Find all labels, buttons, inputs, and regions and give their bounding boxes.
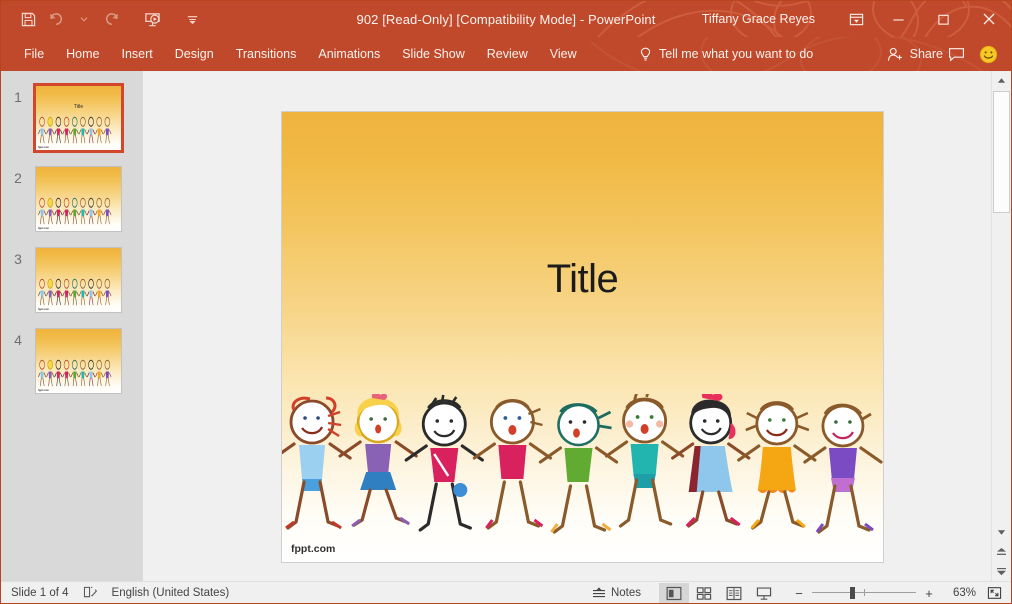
thumbnail-children-illustration xyxy=(38,358,120,388)
tell-me-search[interactable]: Tell me what you want to do xyxy=(639,37,813,71)
zoom-control: − + 63% xyxy=(791,586,1007,601)
status-bar-right: Notes − xyxy=(584,582,1007,604)
zoom-out-button[interactable]: − xyxy=(791,586,807,601)
slide-thumbnail-pane[interactable]: 1 Title xyxy=(1,71,143,583)
view-buttons xyxy=(659,583,779,603)
thumbnail-canvas: Title f xyxy=(36,86,121,150)
view-normal-button[interactable] xyxy=(659,583,689,603)
zoom-slider-handle[interactable] xyxy=(850,587,855,599)
lightbulb-icon xyxy=(639,47,652,62)
thumbnail-watermark: fppt.com xyxy=(38,389,49,392)
tell-me-label: Tell me what you want to do xyxy=(659,47,813,61)
thumbnail-title: Title xyxy=(36,104,121,110)
notes-button[interactable]: Notes xyxy=(584,583,649,603)
scroll-down-icon[interactable] xyxy=(992,523,1011,542)
notes-label: Notes xyxy=(611,587,641,599)
thumbnail-frame[interactable]: fppt.com xyxy=(35,166,122,232)
tab-design[interactable]: Design xyxy=(164,37,225,71)
scroll-up-icon[interactable] xyxy=(992,71,1011,90)
thumbnail-children-illustration xyxy=(38,196,120,226)
thumbnail-number: 1 xyxy=(1,83,35,164)
thumbnail-frame[interactable]: Title f xyxy=(33,83,124,153)
zoom-slider[interactable] xyxy=(812,587,916,599)
view-slide-show-button[interactable] xyxy=(749,583,779,603)
maximize-icon[interactable] xyxy=(921,1,966,37)
comments-button[interactable] xyxy=(941,37,971,71)
tab-review[interactable]: Review xyxy=(476,37,539,71)
thumbnail-slide-2[interactable]: 2 xyxy=(1,164,143,245)
send-a-smile-button[interactable] xyxy=(973,37,1003,71)
notes-icon xyxy=(592,587,606,600)
tab-file[interactable]: File xyxy=(13,37,55,71)
current-slide[interactable]: Title xyxy=(282,112,883,562)
fit-to-window-button[interactable] xyxy=(981,586,1007,600)
tab-home[interactable]: Home xyxy=(55,37,110,71)
tab-slide-show[interactable]: Slide Show xyxy=(391,37,476,71)
undo-dropdown-icon[interactable] xyxy=(71,6,97,32)
redo-icon[interactable] xyxy=(99,6,125,32)
thumbnail-frame[interactable]: fppt.com xyxy=(35,247,122,313)
tab-animations[interactable]: Animations xyxy=(307,37,391,71)
comment-icon xyxy=(948,47,965,62)
language-status[interactable]: English (United States) xyxy=(112,587,230,599)
account-name[interactable]: Tiffany Grace Reyes xyxy=(702,1,815,37)
thumbnail-watermark: fppt.com xyxy=(38,227,49,230)
thumbnail-canvas: fppt.com xyxy=(36,329,121,393)
ribbon-display-options-icon[interactable] xyxy=(836,1,876,37)
thumbnail-frame[interactable]: fppt.com xyxy=(35,328,122,394)
share-person-icon xyxy=(887,47,904,62)
thumbnail-canvas: fppt.com xyxy=(36,248,121,312)
view-slide-sorter-button[interactable] xyxy=(689,583,719,603)
status-bar: Slide 1 of 4 English (United States) Not… xyxy=(1,581,1011,603)
view-reading-button[interactable] xyxy=(719,583,749,603)
thumbnail-number: 3 xyxy=(1,245,35,326)
tab-transitions[interactable]: Transitions xyxy=(225,37,308,71)
zoom-in-button[interactable]: + xyxy=(921,586,937,601)
title-bar: 902 [Read-Only] [Compatibility Mode] - P… xyxy=(1,1,1011,37)
thumbnail-slide-3[interactable]: 3 xyxy=(1,245,143,326)
thumbnail-slide-4[interactable]: 4 xyxy=(1,326,143,407)
ribbon-tabs: File Home Insert Design Transitions Anim… xyxy=(13,37,588,71)
close-icon[interactable] xyxy=(966,1,1011,37)
share-button[interactable]: Share xyxy=(887,37,943,71)
quick-access-toolbar xyxy=(15,1,205,37)
zoom-slider-midpoint xyxy=(864,589,865,596)
window-controls xyxy=(836,1,1011,37)
save-icon[interactable] xyxy=(15,6,41,32)
powerpoint-window: 902 [Read-Only] [Compatibility Mode] - P… xyxy=(0,0,1012,604)
slide-watermark: fppt.com xyxy=(291,543,335,555)
slide-title-placeholder[interactable]: Title xyxy=(282,257,883,302)
undo-icon[interactable] xyxy=(43,6,69,32)
thumbnail-canvas: fppt.com xyxy=(36,167,121,231)
start-from-beginning-icon[interactable] xyxy=(139,6,165,32)
thumbnail-watermark: fppt.com xyxy=(38,308,49,311)
scrollbar-thumb[interactable] xyxy=(993,91,1010,213)
slide-editing-area: Title xyxy=(143,71,991,583)
thumbnail-number: 2 xyxy=(1,164,35,245)
children-holding-hands-illustration xyxy=(282,394,883,534)
slide-counter[interactable]: Slide 1 of 4 xyxy=(11,587,69,599)
smiley-icon xyxy=(979,45,998,64)
thumbnail-children-illustration xyxy=(38,115,120,145)
tab-view[interactable]: View xyxy=(539,37,588,71)
vertical-scrollbar[interactable] xyxy=(991,71,1011,583)
tab-insert[interactable]: Insert xyxy=(111,37,164,71)
thumbnail-slide-1[interactable]: 1 Title xyxy=(1,83,143,164)
share-label: Share xyxy=(910,47,943,61)
thumbnail-number: 4 xyxy=(1,326,35,407)
minimize-icon[interactable] xyxy=(876,1,921,37)
previous-slide-icon[interactable] xyxy=(992,543,1011,562)
proofing-status-icon[interactable] xyxy=(83,586,98,599)
thumbnail-watermark: fppt.com xyxy=(38,146,49,149)
fit-window-icon xyxy=(987,586,1002,600)
customize-quick-access-icon[interactable] xyxy=(179,6,205,32)
next-slide-icon[interactable] xyxy=(992,563,1011,582)
thumbnail-children-illustration xyxy=(38,277,120,307)
ribbon-tab-bar: File Home Insert Design Transitions Anim… xyxy=(1,37,1011,71)
zoom-percent-label[interactable]: 63% xyxy=(942,587,976,599)
